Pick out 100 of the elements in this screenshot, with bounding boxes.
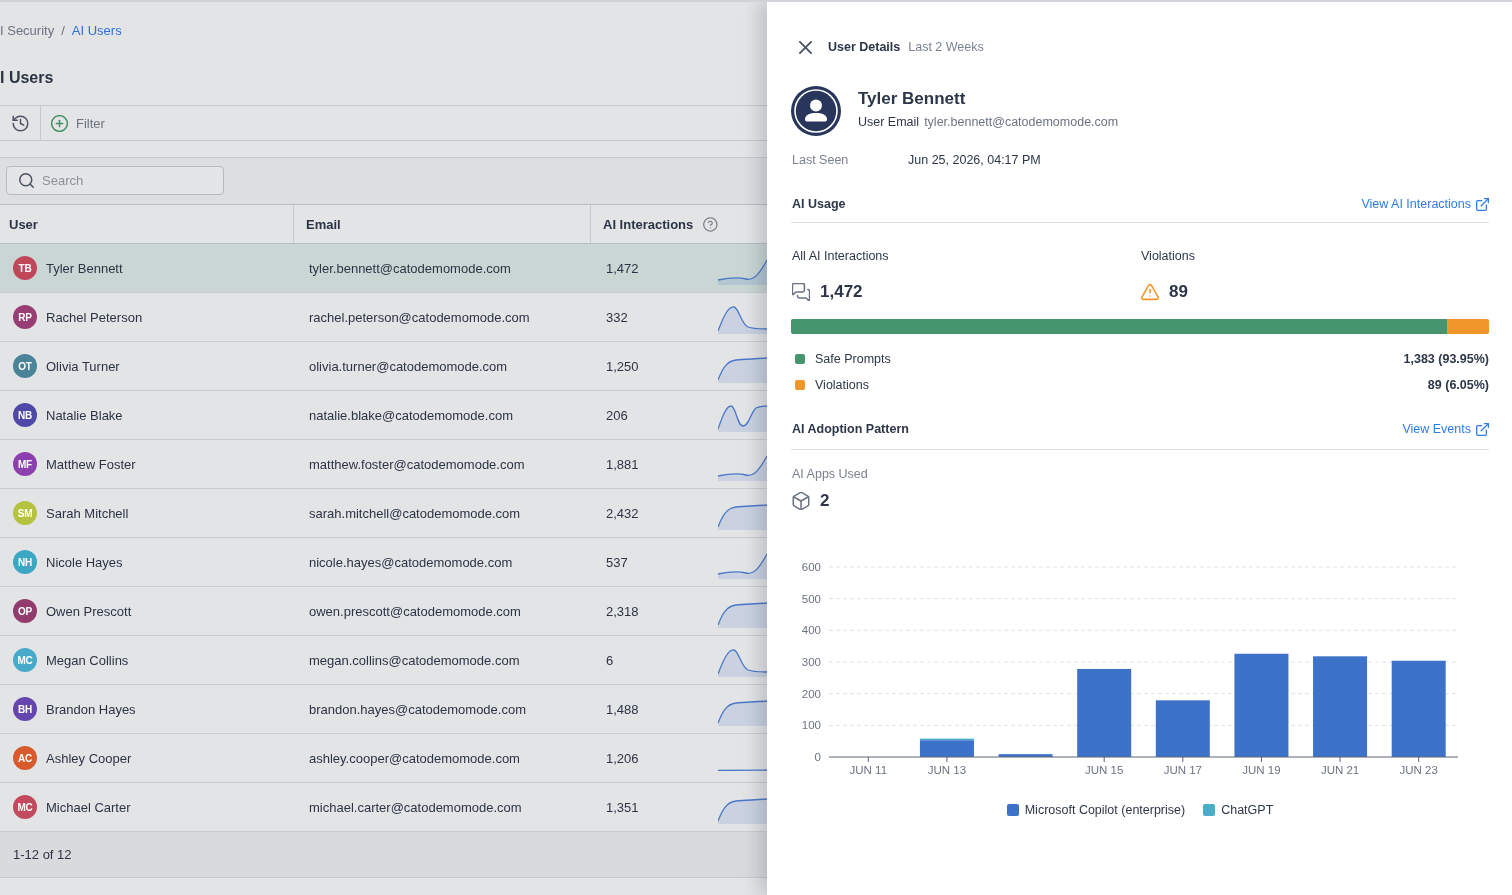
- email-value: tyler.bennett@catodemomode.com: [924, 114, 1119, 130]
- y-axis-label: 200: [801, 687, 821, 700]
- legend-label: Violations: [815, 378, 869, 392]
- x-axis-label: JUN 19: [1242, 764, 1281, 776]
- interaction-count: 1,472: [606, 260, 639, 276]
- user-email: brandon.hayes@catodemomode.com: [309, 701, 526, 717]
- table-row[interactable]: TB Tyler Bennett tyler.bennett@catodemomode.com 1,472: [0, 244, 767, 293]
- interaction-count: 332: [606, 309, 628, 325]
- user-name: Matthew Foster: [46, 456, 136, 472]
- legend-value: 89 (6.05%): [1427, 378, 1489, 392]
- help-icon[interactable]: [703, 216, 718, 232]
- user-avatar: OP: [13, 599, 37, 623]
- y-axis-label: 500: [801, 592, 821, 605]
- user-avatar: TB: [13, 256, 37, 280]
- stat-label: Violations: [1140, 248, 1195, 264]
- user-avatar-icon: [791, 86, 841, 136]
- legend-label: Microsoft Copilot (enterprise): [1024, 803, 1186, 817]
- breadcrumb-link[interactable]: I Security: [0, 23, 55, 39]
- user-avatar: BH: [13, 697, 37, 721]
- user-avatar: AC: [13, 746, 37, 770]
- x-axis-label: JUN 21: [1320, 764, 1360, 776]
- stat-value: 89: [1169, 282, 1188, 302]
- page-title: I Users: [0, 68, 54, 88]
- x-axis-label: JUN 17: [1163, 764, 1202, 776]
- stat-value: 2: [820, 491, 830, 511]
- interaction-count: 1,206: [606, 750, 639, 766]
- user-email: sarah.mitchell@catodemomode.com: [309, 505, 521, 521]
- filter-button[interactable]: Filter: [51, 110, 105, 136]
- legend-value: 1,383 (93.95%): [1403, 352, 1489, 366]
- stat-label: All AI Interactions: [791, 248, 889, 264]
- legend-label: ChatGPT: [1221, 803, 1274, 817]
- history-icon: [11, 114, 29, 132]
- last-seen-value: Jun 25, 2026, 04:17 PM: [908, 152, 1041, 168]
- user-avatar: MC: [13, 648, 37, 672]
- section-title: AI Adoption Pattern: [791, 421, 909, 437]
- sparkline: [718, 259, 767, 285]
- user-avatar: MF: [13, 452, 37, 476]
- stat-label: AI Apps Used: [791, 466, 868, 482]
- interaction-count: 1,488: [606, 701, 639, 717]
- user-name: Rachel Peterson: [46, 309, 143, 325]
- close-icon: [798, 40, 812, 54]
- cube-icon: [792, 492, 810, 510]
- panel-title: User Details: [828, 40, 901, 54]
- x-axis-label: JUN 15: [1085, 764, 1124, 776]
- view-events-link[interactable]: View Events: [1402, 421, 1489, 437]
- user-avatar: SM: [13, 501, 37, 525]
- interaction-count: 1,881: [606, 456, 639, 472]
- user-avatar: RP: [13, 305, 37, 329]
- view-interactions-link[interactable]: View AI Interactions: [1361, 196, 1489, 212]
- sparkline: [718, 504, 767, 530]
- external-link-icon: [1476, 197, 1489, 211]
- x-axis-label: JUN 11: [849, 764, 888, 776]
- user-name: Tyler Bennett: [46, 260, 123, 276]
- section-title: AI Usage: [791, 196, 846, 212]
- user-email: tyler.bennett@catodemomode.com: [309, 260, 511, 276]
- user-name: Brandon Hayes: [46, 701, 136, 717]
- column-header[interactable]: User: [9, 216, 38, 232]
- search-field[interactable]: Search: [6, 166, 224, 195]
- last-seen-label: Last Seen: [792, 152, 850, 168]
- user-email: natalie.blake@catodemomode.com: [309, 407, 513, 423]
- user-email: matthew.foster@catodemomode.com: [309, 456, 525, 472]
- sparkline: [718, 602, 767, 628]
- legend-label: Safe Prompts: [815, 352, 891, 366]
- user-email: nicole.hayes@catodemomode.com: [309, 554, 513, 570]
- stat-value: 1,472: [820, 282, 863, 302]
- interaction-count: 2,318: [606, 603, 639, 619]
- interaction-count: 1,250: [606, 358, 639, 374]
- user-name: Owen Prescott: [46, 603, 132, 619]
- user-name: Tyler Bennett: [858, 89, 966, 109]
- time-range: Last 2 Weeks: [908, 40, 984, 54]
- add-icon: [51, 114, 68, 132]
- user-email: olivia.turner@catodemomode.com: [309, 358, 508, 374]
- column-header[interactable]: AI Interactions: [603, 216, 694, 232]
- interaction-count: 2,432: [606, 505, 639, 521]
- interaction-count: 1,351: [606, 799, 639, 815]
- user-avatar: OT: [13, 354, 37, 378]
- user-avatar: NB: [13, 403, 37, 427]
- y-axis-label: 400: [801, 624, 821, 637]
- user-name: Sarah Mitchell: [46, 505, 129, 521]
- interaction-count: 206: [606, 407, 628, 423]
- sparkline: [718, 357, 767, 383]
- email-label: User Email: [858, 114, 920, 130]
- user-avatar: MC: [13, 795, 37, 819]
- user-email: owen.prescott@catodemomode.com: [309, 603, 521, 619]
- external-link-icon: [1476, 422, 1489, 436]
- user-name: Ashley Cooper: [46, 750, 132, 766]
- user-email: michael.carter@catodemomode.com: [309, 799, 522, 815]
- sparkline: [718, 700, 767, 726]
- sparkline: [718, 455, 767, 481]
- sparkline: [718, 768, 767, 771]
- interaction-count: 6: [606, 652, 614, 668]
- column-header[interactable]: Email: [306, 216, 341, 232]
- interaction-count: 537: [606, 554, 628, 570]
- y-axis-label: 600: [801, 561, 821, 573]
- user-avatar: NH: [13, 550, 37, 574]
- sparkline: [718, 649, 767, 677]
- user-name: Olivia Turner: [46, 358, 120, 374]
- warning-icon: [1141, 283, 1159, 301]
- breadcrumb-link[interactable]: AI Users: [71, 23, 122, 39]
- user-email: megan.collins@catodemomode.com: [309, 652, 520, 668]
